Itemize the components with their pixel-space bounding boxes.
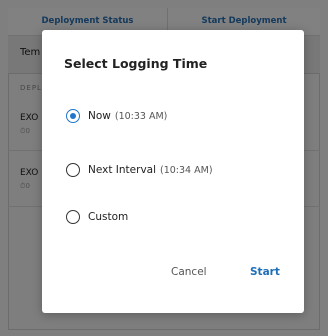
option-custom[interactable]: Custom (66, 207, 128, 227)
dialog-title: Select Logging Time (64, 56, 208, 71)
radio-selected-icon[interactable] (66, 109, 80, 123)
start-button[interactable]: Start (250, 266, 280, 278)
select-logging-time-dialog: Select Logging Time Now (10:33 AM) Next … (42, 30, 304, 313)
option-custom-label: Custom (88, 211, 129, 223)
radio-unselected-icon[interactable] (66, 163, 80, 177)
option-next-interval-label: Next Interval (88, 164, 157, 176)
cancel-button[interactable]: Cancel (171, 266, 207, 278)
option-now-label: Now (88, 110, 111, 122)
option-next-interval[interactable]: Next Interval (10:34 AM) (66, 160, 213, 180)
radio-unselected-icon[interactable] (66, 210, 80, 224)
option-now-time: (10:33 AM) (114, 110, 168, 122)
option-next-interval-time: (10:34 AM) (160, 164, 213, 176)
option-now[interactable]: Now (10:33 AM) (66, 106, 167, 126)
